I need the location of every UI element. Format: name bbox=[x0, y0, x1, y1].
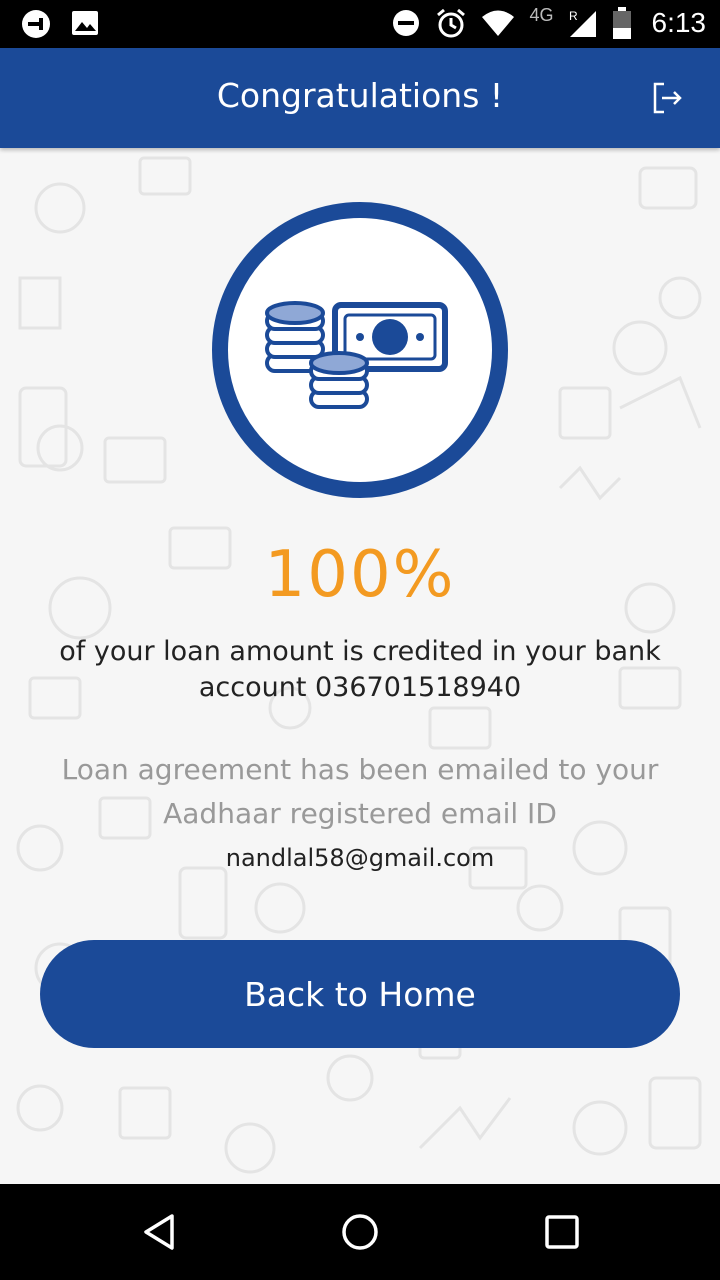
nav-home-button[interactable] bbox=[340, 1212, 380, 1252]
battery-icon bbox=[612, 6, 632, 40]
image-icon bbox=[70, 8, 100, 40]
recents-icon bbox=[545, 1215, 579, 1249]
logout-button[interactable] bbox=[650, 80, 686, 116]
money-coins-icon bbox=[265, 301, 448, 409]
app-header: Congratulations ! bbox=[0, 48, 720, 148]
credited-percent: 100% bbox=[264, 538, 456, 612]
do-not-disturb-icon bbox=[391, 8, 421, 38]
back-icon bbox=[144, 1214, 174, 1250]
network-type: 4G bbox=[529, 4, 554, 25]
nav-back-button[interactable] bbox=[140, 1212, 180, 1252]
home-icon bbox=[342, 1214, 378, 1250]
logout-icon bbox=[653, 82, 682, 114]
system-nav-bar bbox=[0, 1184, 720, 1280]
status-bar: 4G R 6:13 bbox=[0, 0, 720, 48]
nav-recents-button[interactable] bbox=[542, 1212, 582, 1252]
status-time: 6:13 bbox=[651, 7, 707, 38]
registered-email: nandlal58@gmail.com bbox=[225, 844, 495, 872]
main-content: 100% of your loan amount is credited in … bbox=[0, 148, 720, 1184]
wifi-icon bbox=[481, 8, 515, 38]
agreement-message: Loan agreement has been emailed to your … bbox=[61, 753, 659, 830]
notification-icon bbox=[20, 8, 52, 40]
alarm-icon bbox=[435, 7, 467, 39]
back-to-home-button[interactable]: Back to Home bbox=[40, 940, 680, 1048]
svg-text:R: R bbox=[569, 9, 578, 23]
cell-signal-icon: R bbox=[568, 7, 598, 39]
hero-badge bbox=[212, 202, 508, 498]
credit-message: of your loan amount is credited in your … bbox=[59, 636, 661, 703]
page-title: Congratulations ! bbox=[216, 76, 504, 115]
